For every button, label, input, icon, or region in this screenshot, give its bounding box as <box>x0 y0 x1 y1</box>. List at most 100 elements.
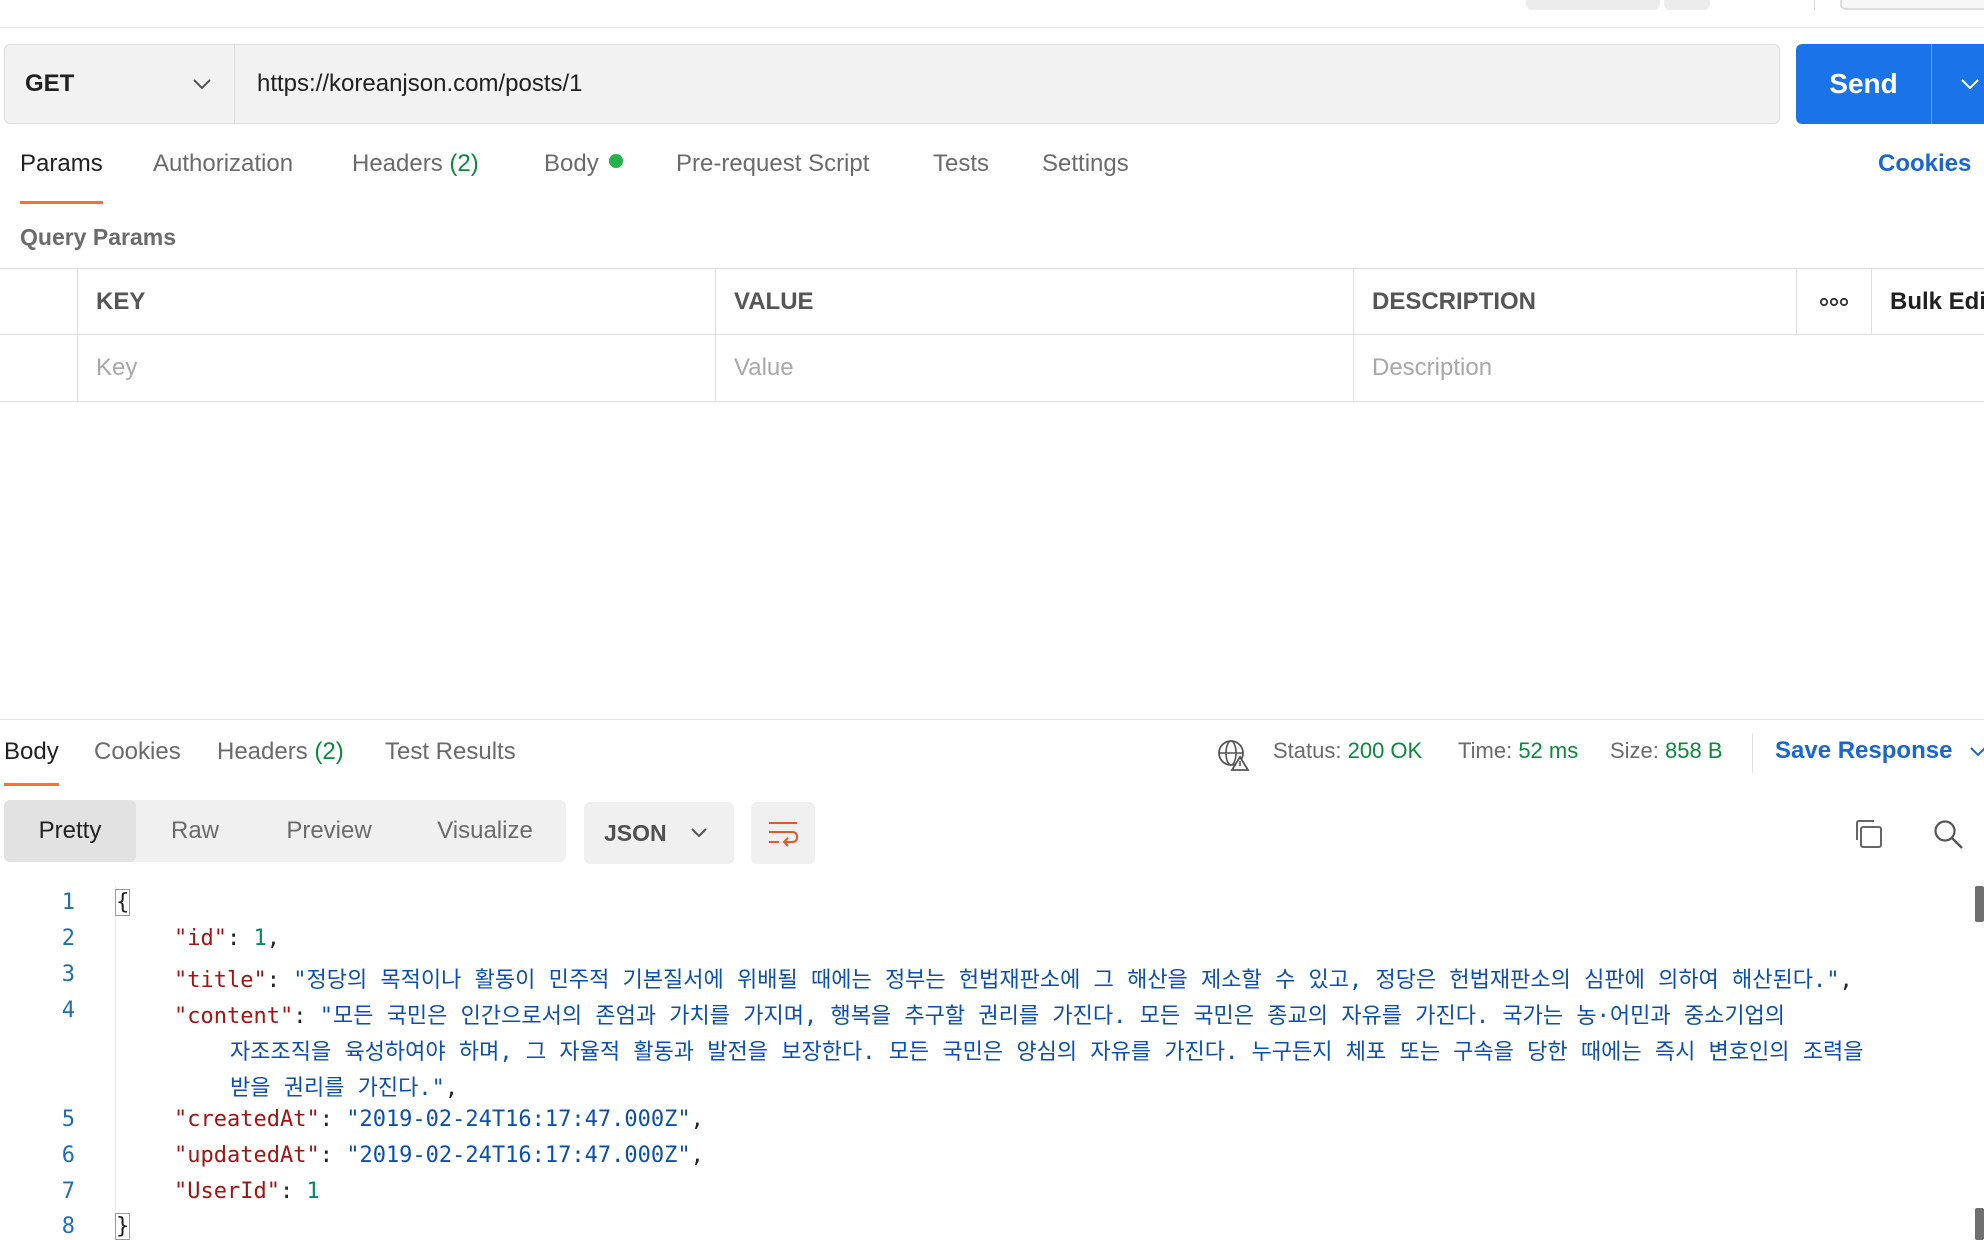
value-input[interactable]: Value <box>715 335 1353 401</box>
table-header-checkbox-col <box>0 269 77 334</box>
close-brace: } <box>114 1213 131 1240</box>
line-number: 7 <box>61 1179 75 1204</box>
top-toolbar-button[interactable] <box>1840 0 1984 10</box>
response-tab-headers-count: (2) <box>314 738 344 765</box>
view-mode-switcher: Pretty Raw Preview Visualize <box>4 800 566 862</box>
tab-body-label: Body <box>544 150 599 177</box>
save-response-label: Save Response <box>1775 737 1953 764</box>
send-button[interactable]: Send <box>1796 44 1932 124</box>
response-time: Time: 52 ms <box>1458 738 1578 764</box>
code-line: "UserId": 1 <box>174 1179 320 1204</box>
status-label: Status: <box>1273 738 1342 763</box>
code-line-wrapped: 자조조직을 육성하여야 하며, 그 자율적 활동과 발전을 보장한다. 모든 국… <box>230 1034 1864 1066</box>
table-header-row: KEY VALUE DESCRIPTION Bulk Edit <box>0 269 1984 335</box>
query-params-title: Query Params <box>20 224 176 250</box>
send-button-group: Send <box>1796 44 1984 124</box>
tab-tests[interactable]: Tests <box>933 150 989 204</box>
status-value: 200 OK <box>1347 738 1423 763</box>
row-checkbox-cell <box>0 335 77 401</box>
tab-params[interactable]: Params <box>20 150 103 204</box>
response-tab-headers-label: Headers <box>217 738 308 765</box>
json-key: "createdAt" <box>174 1107 320 1132</box>
more-horizontal-icon <box>1819 297 1849 306</box>
query-params-table: KEY VALUE DESCRIPTION Bulk Edit Key Valu… <box>0 268 1984 402</box>
wrap-lines-icon <box>769 822 799 847</box>
line-number: 1 <box>61 890 75 915</box>
line-number: 3 <box>61 962 75 987</box>
description-input[interactable]: Description <box>1353 335 1984 401</box>
send-options-button[interactable] <box>1932 44 1984 124</box>
gutter-divider <box>115 886 116 1240</box>
bulk-edit-button[interactable]: Bulk Edit <box>1871 269 1984 334</box>
search-icon <box>1934 820 1963 849</box>
response-tab-cookies[interactable]: Cookies <box>94 738 181 786</box>
response-divider <box>0 719 1984 720</box>
view-visualize-button[interactable]: Visualize <box>404 800 566 862</box>
json-key: "UserId" <box>174 1179 280 1204</box>
json-string: 자조조직을 육성하여야 하며, 그 자율적 활동과 발전을 보장한다. 모든 국… <box>230 1040 1864 1065</box>
body-indicator-dot <box>608 154 623 168</box>
save-response-button[interactable]: Save Response <box>1775 737 1984 765</box>
json-key: "title" <box>174 968 267 993</box>
cookies-link[interactable]: Cookies <box>1878 150 1971 178</box>
request-tabs: Params Authorization Headers (2) Body Pr… <box>0 150 1984 204</box>
view-pretty-button[interactable]: Pretty <box>4 800 136 862</box>
url-input[interactable]: https://koreanjson.com/posts/1 <box>235 45 1779 123</box>
scrollbar-thumb[interactable] <box>1975 1208 1984 1240</box>
code-line: "updatedAt": "2019-02-24T16:17:47.000Z", <box>174 1143 704 1168</box>
json-string: 받을 권리를 가진다." <box>230 1076 445 1101</box>
column-header-key: KEY <box>77 269 715 334</box>
open-brace: { <box>114 889 131 916</box>
tab-prerequest-script[interactable]: Pre-request Script <box>676 150 869 204</box>
more-options-button[interactable] <box>1796 269 1871 334</box>
response-tab-test-results[interactable]: Test Results <box>385 738 516 786</box>
tab-headers-label: Headers <box>352 150 443 177</box>
response-tab-body[interactable]: Body <box>4 738 59 786</box>
code-line: "content": "모든 국민은 인간으로서의 존엄과 가치를 가지며, 행… <box>174 1004 1786 1029</box>
view-raw-button[interactable]: Raw <box>136 800 254 862</box>
json-number: 1 <box>253 926 267 951</box>
tab-authorization[interactable]: Authorization <box>153 150 293 204</box>
table-row: Key Value Description <box>0 335 1984 401</box>
top-toolbar-button[interactable] <box>1664 0 1710 10</box>
top-toolbar-divider <box>1814 0 1815 10</box>
tab-settings[interactable]: Settings <box>1042 150 1129 204</box>
code-line: "title": "정당의 목적이나 활동이 민주적 기본질서에 위배될 때에는… <box>174 968 1853 993</box>
method-label: GET <box>25 70 75 97</box>
tab-body[interactable]: Body <box>544 150 623 204</box>
format-select[interactable]: JSON <box>584 802 734 864</box>
line-number: 8 <box>61 1214 75 1239</box>
code-line-wrapped: 받을 권리를 가진다.", <box>230 1076 459 1101</box>
response-size: Size: 858 B <box>1610 738 1723 764</box>
line-number: 5 <box>61 1107 75 1132</box>
time-label: Time: <box>1458 738 1513 763</box>
key-input[interactable]: Key <box>77 335 715 401</box>
tab-headers[interactable]: Headers (2) <box>352 150 479 204</box>
top-toolbar-button[interactable] <box>1526 0 1660 10</box>
code-line: "id": 1, <box>174 926 280 951</box>
globe-warning-icon[interactable] <box>1216 738 1250 772</box>
copy-icon <box>1856 820 1882 848</box>
line-number: 4 <box>61 998 75 1023</box>
view-preview-button[interactable]: Preview <box>254 800 404 862</box>
column-header-description: DESCRIPTION <box>1353 269 1796 334</box>
time-value: 52 ms <box>1518 738 1579 763</box>
column-header-value: VALUE <box>715 269 1353 334</box>
request-bar: GET https://koreanjson.com/posts/1 <box>4 44 1780 124</box>
method-select[interactable]: GET <box>5 45 235 123</box>
wrap-lines-button[interactable] <box>751 802 815 864</box>
response-status: Status: 200 OK <box>1273 738 1422 764</box>
size-label: Size: <box>1610 738 1659 763</box>
scrollbar-thumb[interactable] <box>1975 886 1984 922</box>
json-key: "id" <box>174 926 227 951</box>
copy-button[interactable] <box>1848 814 1888 854</box>
json-key: "updatedAt" <box>174 1143 320 1168</box>
chevron-down-icon <box>193 79 211 90</box>
code-line: } <box>114 1213 131 1240</box>
search-button[interactable] <box>1928 814 1968 854</box>
json-string: "2019-02-24T16:17:47.000Z" <box>346 1107 691 1132</box>
top-toolbar-remnant <box>0 0 1984 28</box>
tab-headers-count: (2) <box>449 150 479 177</box>
response-body-code[interactable]: 1 2 3 4 5 6 7 8 { "id": 1, "title": "정당의… <box>0 886 1984 1240</box>
response-tab-headers[interactable]: Headers (2) <box>217 738 344 786</box>
